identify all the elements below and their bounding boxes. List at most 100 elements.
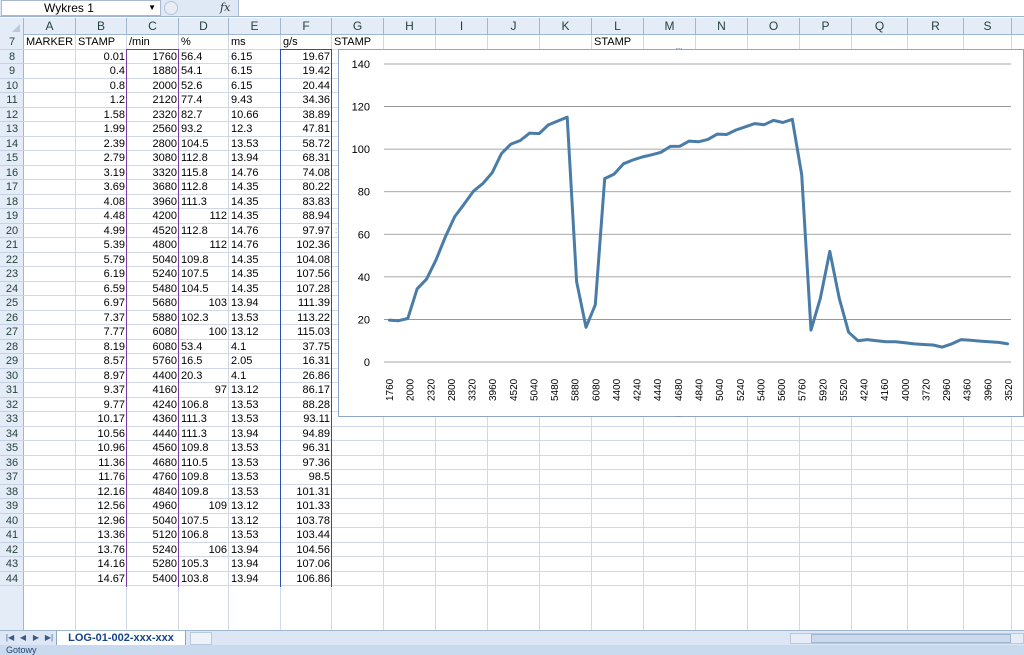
data-cell[interactable]: 112 — [179, 209, 229, 223]
row-header[interactable]: 20 — [0, 224, 24, 238]
data-cell[interactable]: 93.2 — [179, 122, 229, 136]
row-header[interactable]: 41 — [0, 528, 24, 543]
data-cell[interactable]: 109.8 — [179, 485, 229, 499]
data-cell[interactable]: 112 — [179, 238, 229, 252]
row-header[interactable]: 12 — [0, 108, 24, 122]
formula-input[interactable] — [238, 0, 1024, 16]
column-header-o[interactable]: O — [748, 18, 800, 35]
data-cell[interactable] — [24, 427, 76, 441]
data-cell[interactable]: 4.1 — [229, 340, 281, 354]
data-cell[interactable]: 104.5 — [179, 282, 229, 296]
data-cell[interactable]: 100 — [179, 325, 229, 339]
data-cell[interactable]: 13.53 — [229, 470, 281, 484]
data-cell[interactable]: 1.99 — [76, 122, 127, 136]
data-cell[interactable] — [24, 296, 76, 310]
data-cell[interactable]: 102.3 — [179, 311, 229, 325]
data-cell[interactable]: 54.1 — [179, 64, 229, 78]
data-cell[interactable]: 16.5 — [179, 354, 229, 368]
scrollbar-thumb[interactable] — [811, 634, 1011, 643]
data-cell[interactable]: 112.8 — [179, 224, 229, 238]
data-cell[interactable]: 14.35 — [229, 282, 281, 296]
data-cell[interactable]: 4.48 — [76, 209, 127, 223]
row-header[interactable]: 28 — [0, 340, 24, 354]
data-cell[interactable] — [24, 499, 76, 513]
data-cell[interactable] — [24, 456, 76, 470]
data-cell[interactable]: 11.76 — [76, 470, 127, 484]
data-cell[interactable]: 13.53 — [229, 311, 281, 325]
row-header[interactable]: 7 — [0, 35, 24, 50]
data-cell[interactable] — [24, 64, 76, 78]
data-cell[interactable]: 82.7 — [179, 108, 229, 122]
row-header[interactable]: 44 — [0, 572, 24, 586]
data-cell[interactable]: 8.97 — [76, 369, 127, 383]
data-cell[interactable]: 0.01 — [76, 50, 127, 64]
column-header-g[interactable]: G — [332, 18, 384, 35]
row-header[interactable]: 18 — [0, 195, 24, 209]
prev-sheet-button[interactable]: ◀ — [17, 632, 29, 644]
data-cell[interactable]: 13.94 — [229, 543, 281, 557]
data-cell[interactable]: 3.19 — [76, 166, 127, 180]
data-cell[interactable]: 112.8 — [179, 151, 229, 165]
data-cell[interactable]: 14.35 — [229, 267, 281, 281]
data-cell[interactable]: 109.8 — [179, 441, 229, 455]
data-cell[interactable] — [24, 557, 76, 571]
data-cell[interactable]: 13.53 — [229, 441, 281, 455]
row-header[interactable]: 35 — [0, 441, 24, 456]
column-header-b[interactable]: B — [76, 18, 127, 35]
data-cell[interactable]: 12.16 — [76, 485, 127, 499]
data-cell[interactable] — [24, 79, 76, 93]
row-header[interactable]: 10 — [0, 79, 24, 93]
data-cell[interactable]: 14.76 — [229, 238, 281, 252]
data-cell[interactable]: 56.4 — [179, 50, 229, 64]
data-cell[interactable]: 112.8 — [179, 180, 229, 194]
header-cell-f[interactable]: g/s — [281, 35, 332, 49]
data-cell[interactable]: 7.37 — [76, 311, 127, 325]
column-header-a[interactable]: A — [24, 18, 76, 35]
data-cell[interactable]: 77.4 — [179, 93, 229, 107]
data-cell[interactable]: 13.76 — [76, 543, 127, 557]
data-cell[interactable]: 107.5 — [179, 514, 229, 528]
data-cell[interactable] — [24, 209, 76, 223]
data-cell[interactable] — [24, 412, 76, 426]
row-header[interactable]: 26 — [0, 311, 24, 325]
data-cell[interactable] — [24, 354, 76, 368]
data-cell[interactable]: 14.35 — [229, 209, 281, 223]
data-cell[interactable]: 1.2 — [76, 93, 127, 107]
data-cell[interactable]: 4.99 — [76, 224, 127, 238]
row-header[interactable]: 19 — [0, 209, 24, 224]
data-cell[interactable]: 0.4 — [76, 64, 127, 78]
row-header[interactable]: 43 — [0, 557, 24, 572]
insert-function-icon[interactable]: fx — [220, 0, 230, 16]
data-cell[interactable] — [24, 340, 76, 354]
data-cell[interactable]: 9.43 — [229, 93, 281, 107]
column-header-q[interactable]: Q — [852, 18, 908, 35]
row-header[interactable]: 15 — [0, 151, 24, 166]
data-cell[interactable]: 109 — [179, 499, 229, 513]
column-header-e[interactable]: E — [229, 18, 281, 35]
data-cell[interactable] — [24, 311, 76, 325]
data-cell[interactable]: 11.36 — [76, 456, 127, 470]
column-header-r[interactable]: R — [908, 18, 964, 35]
data-cell[interactable]: 103 — [179, 296, 229, 310]
data-cell[interactable]: 3.69 — [76, 180, 127, 194]
data-cell[interactable] — [24, 369, 76, 383]
column-header-s[interactable]: S — [964, 18, 1012, 35]
data-cell[interactable]: 13.94 — [229, 427, 281, 441]
row-header[interactable]: 27 — [0, 325, 24, 340]
data-cell[interactable]: 13.53 — [229, 528, 281, 542]
insert-sheet-button[interactable] — [190, 632, 212, 645]
column-header-f[interactable]: F — [281, 18, 332, 35]
data-cell[interactable]: 6.59 — [76, 282, 127, 296]
header-cell-a[interactable]: MARKER — [24, 35, 76, 49]
data-cell[interactable] — [24, 195, 76, 209]
data-cell[interactable]: 10.17 — [76, 412, 127, 426]
row-header[interactable]: 11 — [0, 93, 24, 108]
column-header-k[interactable]: K — [540, 18, 592, 35]
row-header[interactable]: 38 — [0, 485, 24, 499]
data-cell[interactable]: 106 — [179, 543, 229, 557]
header-cell-g[interactable]: STAMP — [332, 35, 404, 49]
sheet-tab[interactable]: LOG-01-002-xxx-xxx — [56, 631, 186, 646]
data-cell[interactable]: 14.76 — [229, 166, 281, 180]
data-cell[interactable] — [24, 108, 76, 122]
data-cell[interactable]: 14.76 — [229, 224, 281, 238]
